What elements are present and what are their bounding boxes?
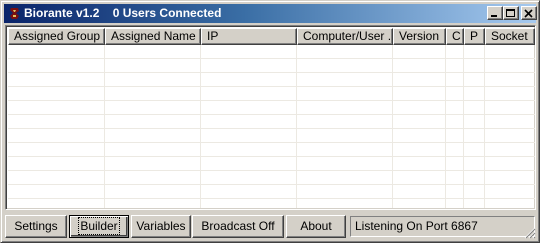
grid-divider [484, 45, 485, 208]
builder-button-label: Builder [78, 217, 120, 235]
list-grid [8, 45, 535, 208]
app-icon [10, 8, 19, 19]
column-c[interactable]: C [446, 28, 464, 45]
bottom-bar: Settings Builder Variables Broadcast Off… [3, 213, 537, 240]
resize-grip-icon[interactable] [524, 227, 536, 239]
settings-button[interactable]: Settings [5, 215, 67, 238]
grid-divider [200, 45, 201, 208]
broadcast-toggle-button[interactable]: Broadcast Off [192, 215, 284, 238]
minimize-button[interactable] [487, 6, 503, 20]
variables-button[interactable]: Variables [131, 215, 191, 238]
column-ip[interactable]: IP [201, 28, 297, 45]
status-text: Listening On Port 6867 [350, 216, 535, 237]
about-button[interactable]: About [286, 215, 346, 238]
column-assigned-name[interactable]: Assigned Name [105, 28, 201, 45]
close-button[interactable] [521, 6, 537, 20]
app-window: Biorante v1.2 0 Users Connected Assigned… [0, 0, 540, 243]
maximize-button[interactable] [503, 6, 519, 20]
grid-divider [392, 45, 393, 208]
users-list[interactable]: Assigned Group Assigned Name IP Computer… [5, 25, 536, 210]
list-header: Assigned Group Assigned Name IP Computer… [8, 28, 535, 45]
close-icon [524, 9, 533, 18]
column-version[interactable]: Version [393, 28, 446, 45]
grid-divider [445, 45, 446, 208]
maximize-icon [506, 9, 515, 17]
builder-button[interactable]: Builder [69, 215, 129, 238]
grid-divider [296, 45, 297, 208]
grid-divider [104, 45, 105, 208]
window-title: Biorante v1.2 0 Users Connected [24, 6, 222, 20]
column-p[interactable]: P [464, 28, 485, 45]
column-computer-user[interactable]: Computer/User ... [297, 28, 393, 45]
title-bar[interactable]: Biorante v1.2 0 Users Connected [4, 4, 537, 23]
column-assigned-group[interactable]: Assigned Group [8, 28, 105, 45]
minimize-icon [491, 15, 497, 17]
column-socket[interactable]: Socket [485, 28, 535, 45]
grid-divider [463, 45, 464, 208]
